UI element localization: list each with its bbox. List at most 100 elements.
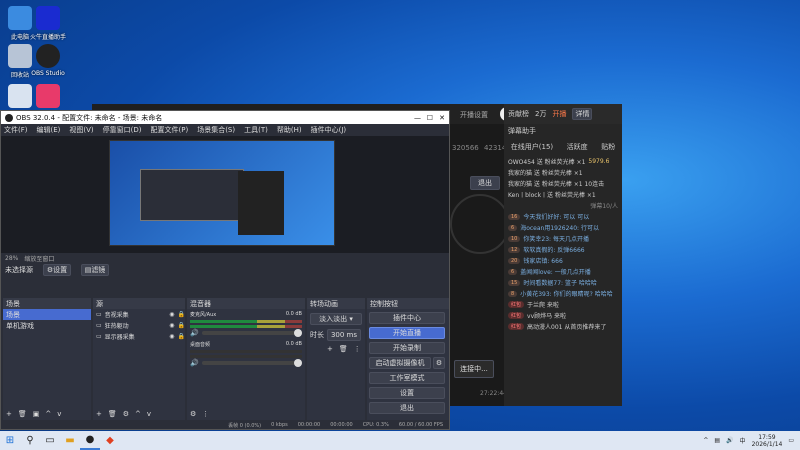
add-icon[interactable]: + <box>96 410 102 418</box>
more-icon[interactable]: ⋮ <box>354 345 361 353</box>
menu-scene-collection[interactable]: 场景集合(S) <box>197 125 235 135</box>
tab-fans[interactable]: 贴粉 <box>601 142 615 152</box>
tab-online-users[interactable]: 在线用户(15) <box>511 142 553 152</box>
zoom-level: 28% <box>5 255 19 262</box>
plugin-center-button[interactable]: 插件中心 <box>369 312 445 324</box>
lock-icon[interactable]: 🔒 <box>178 322 185 329</box>
menu-plugin-center[interactable]: 插件中心(J) <box>311 125 347 135</box>
obs-taskbar-icon[interactable]: ● <box>80 431 100 450</box>
volume-icon[interactable]: 🔊 <box>190 329 199 337</box>
exit-button[interactable]: 退出 <box>369 402 445 414</box>
menu-docks[interactable]: 停靠窗口(D) <box>103 125 142 135</box>
preview-area[interactable] <box>1 136 449 253</box>
clock[interactable]: 17:59 2026/1/14 <box>752 434 783 448</box>
add-icon[interactable]: + <box>327 345 333 353</box>
gear-icon[interactable]: ⚙ <box>123 410 129 418</box>
controls-dock: 控制按钮 插件中心 开始直播 开始录制 启动虚拟摄像机 ⚙ 工作室模式 设置 退出 <box>367 298 449 420</box>
detail-button[interactable]: 详情 <box>572 108 593 120</box>
down-icon[interactable]: v <box>57 410 61 418</box>
exit-label: 退出 <box>478 179 492 187</box>
task-view-icon[interactable]: ▭ <box>40 431 60 450</box>
file-explorer-icon[interactable]: ▬ <box>60 431 80 450</box>
desktop-icon-huoniu[interactable]: 火牛直播助手 <box>28 6 68 41</box>
controls-title: 控制按钮 <box>367 298 449 309</box>
duration-input[interactable]: 300 ms <box>327 329 361 341</box>
mixer-settings-icon[interactable]: ⚙ <box>190 410 196 418</box>
list-item: 12 软软真假的: 反弹6666 <box>508 244 618 255</box>
start-streaming-button[interactable]: 开始直播 <box>369 327 445 339</box>
source-item[interactable]: ▭ 显示器采集 ◉ 🔒 <box>93 331 185 342</box>
up-arrow-icon[interactable]: ^ <box>703 437 708 444</box>
obs-window: OBS 32.0.4 - 配置文件: 未命名 - 场景: 未命名 — ☐ ✕ 文… <box>0 110 450 430</box>
volume-slider[interactable] <box>201 329 302 337</box>
start-icon[interactable]: ⊞ <box>0 431 20 450</box>
down-icon[interactable]: v <box>147 410 151 418</box>
menu-tools[interactable]: 工具(T) <box>244 125 268 135</box>
settings-button[interactable]: 设置 <box>369 387 445 399</box>
volume-slider[interactable] <box>201 359 302 367</box>
volume-icon[interactable]: 🔊 <box>190 359 199 367</box>
source-toolbar: 未选择源 ⚙ 设置 ▤ 滤镜 <box>1 263 449 276</box>
filters-button[interactable]: ▤ 滤镜 <box>81 263 109 276</box>
system-tray: ^ ▤ 🔊 中 17:59 2026/1/14 ▭ <box>703 431 794 450</box>
fps: 60.00 / 60.00 FPS <box>398 422 443 428</box>
tab-activity[interactable]: 活跃度 <box>567 142 588 152</box>
scene-item[interactable]: 场景 <box>3 309 91 320</box>
menu-edit[interactable]: 编辑(E) <box>37 125 61 135</box>
desktop-icon-pink[interactable] <box>28 84 68 110</box>
properties-button[interactable]: ⚙ 设置 <box>43 263 71 276</box>
zoom-to-window-button[interactable]: 缩放至窗口 <box>24 254 54 263</box>
lock-icon[interactable]: 🔒 <box>178 311 185 318</box>
fans-count: 2万 <box>535 110 547 118</box>
eye-icon[interactable]: ◉ <box>169 322 174 329</box>
scene-item[interactable]: 单机游戏 <box>3 320 91 331</box>
status-bar: 丢帧 0 (0.0%) 0 kbps 00:00:00 00:00:00 CPU… <box>1 422 449 430</box>
live-settings-link[interactable]: 开播设置 <box>460 110 488 120</box>
gift-item: 我家的猫 送 粉丝荧光棒 ×1 10连击 <box>508 181 605 188</box>
level-meter <box>190 320 302 323</box>
maximize-icon[interactable]: ☐ <box>427 114 433 122</box>
obs-icon <box>5 113 13 122</box>
huoniu-taskbar-icon[interactable]: ◆ <box>100 431 120 450</box>
obs-icon <box>36 44 60 68</box>
level-badge: 12 <box>508 246 521 253</box>
delete-icon[interactable]: 🗑 <box>108 410 117 418</box>
lock-icon[interactable]: 🔒 <box>178 333 185 340</box>
menu-profile[interactable]: 配置文件(P) <box>151 125 189 135</box>
network-icon[interactable]: ▤ <box>714 437 720 444</box>
sources-title: 源 <box>93 298 185 309</box>
source-item[interactable]: ▭ 狂热躯动 ◉ 🔒 <box>93 320 185 331</box>
eye-icon[interactable]: ◉ <box>169 311 174 318</box>
menu-view[interactable]: 视图(V) <box>69 125 93 135</box>
eye-icon[interactable]: ◉ <box>169 333 174 340</box>
delete-icon[interactable]: 🗑 <box>339 345 348 353</box>
notification-icon[interactable]: ▭ <box>788 437 794 444</box>
start-live-button[interactable]: 连接中... <box>454 360 494 378</box>
message-text: 软软真假的: 反弹6666 <box>523 247 585 254</box>
search-icon[interactable]: ⚲ <box>20 431 40 450</box>
start-recording-button[interactable]: 开始录制 <box>369 342 445 354</box>
level-meter <box>190 350 302 353</box>
menu-file[interactable]: 文件(F) <box>4 125 28 135</box>
input-language[interactable]: 中 <box>740 436 746 445</box>
exit-button[interactable]: 退出 <box>470 176 500 190</box>
source-item[interactable]: ▭ 音视采集 ◉ 🔒 <box>93 309 185 320</box>
up-icon[interactable]: ^ <box>45 410 51 418</box>
close-icon[interactable]: ✕ <box>439 114 445 122</box>
transition-select[interactable]: 淡入淡出 ▾ <box>310 313 362 325</box>
desktop-icon-obs[interactable]: OBS Studio <box>28 44 68 77</box>
track-name: 麦克风/Aux <box>190 312 217 318</box>
filter-icon[interactable]: ▣ <box>33 410 40 418</box>
studio-mode-button[interactable]: 工作室模式 <box>369 372 445 384</box>
gear-icon[interactable]: ⚙ <box>433 357 445 369</box>
list-item: 20 钱家店镇: 666 <box>508 255 618 266</box>
rank-tab[interactable]: 贡献榜 <box>508 109 529 119</box>
minimize-icon[interactable]: — <box>414 114 421 122</box>
virtual-camera-button[interactable]: 启动虚拟摄像机 <box>369 357 431 369</box>
delete-icon[interactable]: 🗑 <box>18 410 27 418</box>
volume-icon[interactable]: 🔊 <box>726 437 733 444</box>
up-icon[interactable]: ^ <box>135 410 141 418</box>
add-icon[interactable]: + <box>6 410 12 418</box>
more-icon[interactable]: ⋮ <box>202 410 209 418</box>
menu-help[interactable]: 帮助(H) <box>277 125 302 135</box>
